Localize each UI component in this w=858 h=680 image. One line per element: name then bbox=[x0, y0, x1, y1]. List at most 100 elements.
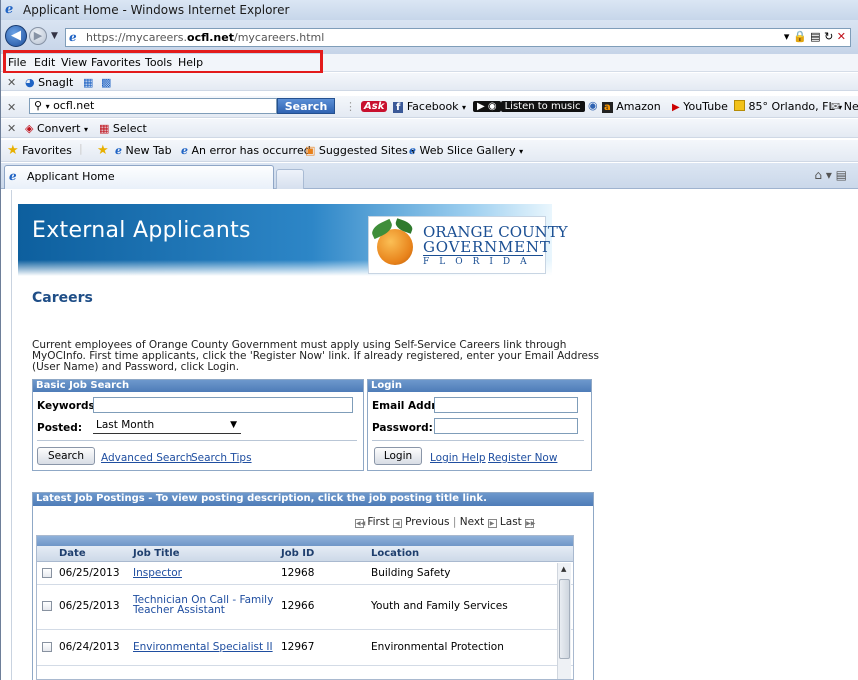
pdf-toolbar: ✕ ◈ Convert ▾ ▦ Select bbox=[1, 119, 858, 138]
ie-page-icon: ℯ bbox=[9, 169, 17, 183]
job-postings-table: Date Job Title Job ID Location 06/25/201… bbox=[36, 535, 574, 680]
keywords-input[interactable] bbox=[93, 397, 353, 413]
first-page-icon: ◀◀ bbox=[355, 519, 366, 528]
youtube-button[interactable]: ▶ YouTube bbox=[672, 100, 728, 113]
email-label: Email Addr: bbox=[372, 400, 441, 412]
page-content: External Applicants ORANGE COUNTY GOVERN… bbox=[11, 190, 858, 680]
first-page-link[interactable]: ◀◀ First bbox=[355, 516, 389, 528]
amazon-button[interactable]: a Amazon bbox=[602, 100, 661, 113]
address-bar-row: ◀ ▶ ▼ ℯ https://mycareers.ocfl.net/mycar… bbox=[1, 20, 858, 54]
forward-button[interactable]: ▶ bbox=[29, 27, 47, 45]
previous-page-link[interactable]: ◀ Previous bbox=[392, 516, 450, 528]
search-button[interactable]: Search bbox=[37, 447, 95, 465]
snagit-toolbar: ✕ ◕ SnagIt ▦ ▩ bbox=[1, 73, 858, 91]
ie-page-icon: ℯ bbox=[409, 144, 416, 157]
job-title-link[interactable]: Environmental Specialist II bbox=[133, 641, 273, 653]
select-button[interactable]: ▦ Select bbox=[99, 122, 147, 135]
orange-county-logo: ORANGE COUNTY GOVERNMENT FLORIDA bbox=[368, 216, 568, 274]
fav-new-tab[interactable]: ℯ New Tab bbox=[115, 144, 172, 157]
register-now-link[interactable]: Register Now bbox=[488, 452, 557, 464]
search-icon: ⚲ bbox=[34, 99, 43, 112]
table-scrollbar[interactable]: ▲ bbox=[557, 563, 571, 679]
fav-web-slice-gallery[interactable]: ℯ Web Slice Gallery ▾ bbox=[409, 144, 523, 157]
keywords-label: Keywords: bbox=[37, 400, 99, 412]
browser-window: ℯ Applicant Home - Windows Internet Expl… bbox=[0, 0, 858, 680]
table-header: Date Job Title Job ID Location bbox=[37, 546, 573, 562]
toolbar-search-button[interactable]: Search bbox=[277, 98, 335, 114]
toolbar-search-input[interactable]: ⚲ ▾ ocfl.net bbox=[29, 98, 277, 114]
header-banner: External Applicants ORANGE COUNTY GOVERN… bbox=[18, 204, 568, 276]
music-dropdown-icon: ◉ bbox=[588, 99, 598, 112]
add-favorite-icon[interactable]: ★ bbox=[97, 143, 109, 158]
next-page-link[interactable]: Next ▶ bbox=[460, 516, 497, 528]
more-toolbar-item[interactable]: ✉ Ne bbox=[831, 100, 858, 113]
home-icon[interactable]: ⌂ ▾ ▤ bbox=[814, 168, 847, 182]
posted-label: Posted: bbox=[37, 422, 83, 434]
posted-select[interactable]: Last Month ▼ bbox=[93, 418, 241, 434]
facebook-icon: f bbox=[393, 102, 404, 113]
column-location[interactable]: Location bbox=[371, 548, 419, 559]
title-bar: ℯ Applicant Home - Windows Internet Expl… bbox=[1, 0, 858, 20]
row-checkbox[interactable] bbox=[42, 642, 52, 652]
ask-button[interactable]: Ask bbox=[361, 99, 388, 112]
snagit-capture-icon[interactable]: ▦ bbox=[83, 76, 93, 89]
fav-error[interactable]: ℯ An error has occurred bbox=[181, 144, 311, 157]
address-input[interactable]: ℯ https://mycareers.ocfl.net/mycareers.h… bbox=[65, 28, 851, 47]
snagit-editor-icon[interactable]: ▩ bbox=[101, 76, 111, 89]
column-job-title[interactable]: Job Title bbox=[133, 548, 179, 559]
ie-page-icon: ℯ bbox=[181, 144, 188, 157]
mail-icon: ✉ bbox=[831, 100, 841, 113]
job-title-link[interactable]: Inspector bbox=[133, 567, 182, 579]
row-checkbox[interactable] bbox=[42, 568, 52, 578]
close-toolbar-icon[interactable]: ✕ bbox=[7, 76, 16, 89]
password-label: Password: bbox=[372, 422, 433, 434]
login-help-link[interactable]: Login Help bbox=[430, 452, 486, 464]
recent-pages-dropdown-icon[interactable]: ▼ bbox=[51, 31, 58, 41]
search-dropdown-icon: ▾ bbox=[45, 102, 50, 111]
tab-applicant-home[interactable]: ℯ Applicant Home bbox=[4, 165, 274, 189]
intro-text: Current employees of Orange County Gover… bbox=[32, 339, 599, 373]
tab-row: ℯ Applicant Home ⌂ ▾ ▤ bbox=[1, 163, 858, 189]
fav-suggested-sites[interactable]: ▣ Suggested Sites ▾ bbox=[305, 144, 415, 157]
table-row: 06/25/2013 Technician On Call - Family Te… bbox=[37, 585, 573, 630]
snagit-button[interactable]: ◕ SnagIt bbox=[25, 76, 73, 89]
weather-icon bbox=[734, 100, 745, 111]
compatibility-icon[interactable]: ▤ bbox=[810, 30, 820, 43]
email-input[interactable] bbox=[434, 397, 578, 413]
password-input[interactable] bbox=[434, 418, 578, 434]
chevron-down-icon: ▼ bbox=[230, 420, 237, 430]
last-page-link[interactable]: Last ▶▶ bbox=[500, 516, 536, 528]
panel-header: Login bbox=[368, 380, 591, 392]
table-row: 06/24/2013 Environmental Specialist II 1… bbox=[37, 630, 573, 666]
music-player[interactable]: ▶ ◉ Listen to music ◉ bbox=[473, 99, 598, 112]
scroll-up-icon[interactable]: ▲ bbox=[561, 565, 566, 573]
lock-icon[interactable]: 🔒 bbox=[793, 30, 807, 43]
scroll-thumb[interactable] bbox=[559, 579, 570, 659]
previous-page-icon: ◀ bbox=[392, 519, 402, 528]
ie-logo-icon: ℯ bbox=[5, 2, 14, 17]
separator: | bbox=[79, 142, 83, 155]
search-tips-link[interactable]: Search Tips bbox=[191, 452, 252, 464]
banner-title: External Applicants bbox=[32, 218, 251, 243]
ie-page-icon: ℯ bbox=[115, 144, 122, 157]
select-icon: ▦ bbox=[99, 122, 110, 135]
column-date[interactable]: Date bbox=[59, 548, 86, 559]
login-button[interactable]: Login bbox=[374, 447, 422, 465]
facebook-button[interactable]: f Facebook ▾ bbox=[393, 100, 466, 113]
last-page-icon: ▶▶ bbox=[525, 519, 536, 528]
address-dropdown-icon[interactable]: ▾ bbox=[784, 30, 790, 43]
column-job-id[interactable]: Job ID bbox=[281, 548, 314, 559]
page-icon: ℯ bbox=[69, 30, 77, 44]
row-checkbox[interactable] bbox=[42, 601, 52, 611]
close-toolbar-icon[interactable]: ✕ bbox=[7, 101, 16, 114]
favorites-button[interactable]: ★ Favorites bbox=[7, 143, 72, 158]
close-toolbar-icon[interactable]: ✕ bbox=[7, 122, 16, 135]
stop-icon[interactable]: ✕ bbox=[837, 30, 846, 43]
weather-button[interactable]: 85° Orlando, FL ▾ bbox=[734, 100, 842, 113]
login-panel: Login Email Addr: Password: Login Login … bbox=[367, 379, 592, 471]
refresh-icon[interactable]: ↻ bbox=[824, 30, 833, 43]
back-button[interactable]: ◀ bbox=[5, 25, 27, 47]
convert-button[interactable]: ◈ Convert ▾ bbox=[25, 122, 88, 135]
advanced-search-link[interactable]: Advanced Search bbox=[101, 452, 192, 464]
new-tab-button[interactable] bbox=[276, 169, 304, 189]
